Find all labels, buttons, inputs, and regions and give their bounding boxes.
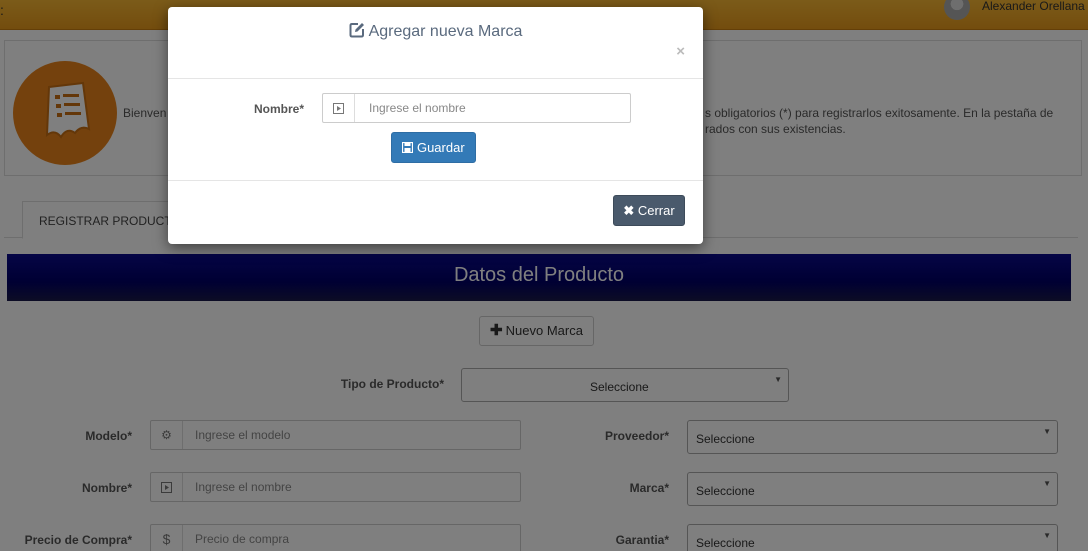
- modal-title: Agregar nueva Marca: [168, 22, 703, 43]
- add-brand-modal: Agregar nueva Marca × Nombre* Guardar ✖ …: [168, 7, 703, 244]
- times-icon: ✖: [623, 203, 635, 218]
- modal-header: Agregar nueva Marca ×: [168, 7, 703, 79]
- close-icon[interactable]: ×: [676, 43, 685, 60]
- play-square-icon: [323, 94, 355, 122]
- modal-body: Nombre* Guardar: [168, 79, 703, 181]
- close-label: Cerrar: [637, 203, 675, 218]
- brand-name-field: [322, 93, 631, 123]
- save-label: Guardar: [416, 140, 465, 155]
- save-button[interactable]: Guardar: [391, 132, 476, 163]
- save-icon: [402, 140, 417, 155]
- close-button[interactable]: ✖ Cerrar: [613, 195, 685, 226]
- modal-title-text: Agregar nueva Marca: [368, 23, 523, 40]
- edit-icon: [349, 22, 365, 43]
- brand-name-label: Nombre*: [253, 102, 304, 116]
- modal-footer: ✖ Cerrar: [168, 181, 703, 244]
- brand-name-input[interactable]: [357, 94, 627, 122]
